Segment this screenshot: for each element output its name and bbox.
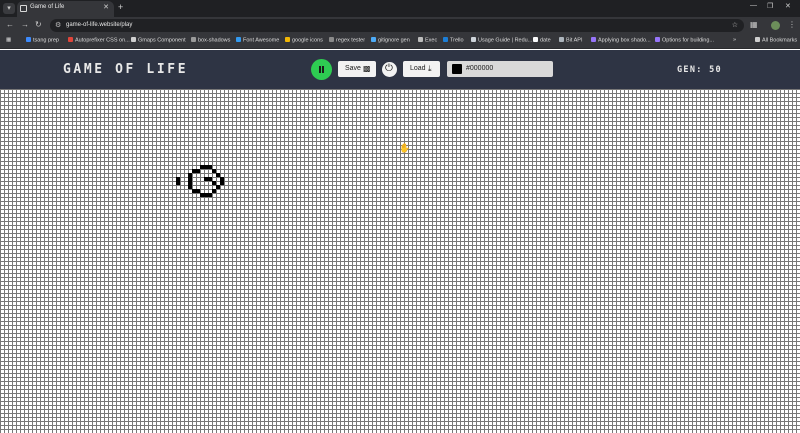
live-cell[interactable] bbox=[220, 181, 224, 185]
bookmark-item[interactable]: date bbox=[533, 37, 551, 44]
all-bookmarks-folder[interactable]: All Bookmarks bbox=[755, 37, 797, 44]
power-icon: ⏻ bbox=[385, 63, 393, 74]
bookmark-favicon-icon bbox=[371, 37, 376, 42]
app-title: GAME OF LIFE bbox=[63, 62, 189, 77]
browser-tab[interactable]: Game of Life ✕ bbox=[17, 1, 114, 17]
bookmark-favicon-icon bbox=[131, 37, 136, 42]
bookmark-item[interactable]: regex tester bbox=[329, 37, 365, 44]
url-text: game-of-life.website/play bbox=[66, 22, 133, 28]
reset-button[interactable]: ⏻ bbox=[382, 62, 397, 77]
bookmark-favicon-icon bbox=[471, 37, 476, 42]
bookmark-favicon-icon bbox=[191, 37, 196, 42]
live-cell[interactable] bbox=[208, 193, 212, 197]
menu-kebab-icon[interactable]: ⋮ bbox=[788, 20, 796, 29]
folder-icon bbox=[755, 37, 760, 42]
live-cell[interactable] bbox=[176, 181, 180, 185]
hand-cursor-icon: ✋ bbox=[399, 143, 411, 153]
bookmark-item[interactable]: Applying box shado... bbox=[591, 37, 651, 44]
bookmark-favicon-icon bbox=[418, 37, 423, 42]
save-label: Save bbox=[345, 65, 361, 72]
tab-title: Game of Life bbox=[30, 4, 65, 10]
floppy-icon: ▩ bbox=[363, 64, 371, 73]
bookmark-item[interactable]: Gmaps Component bbox=[131, 37, 186, 44]
bookmark-item[interactable]: Options for building... bbox=[655, 37, 714, 44]
load-button[interactable]: Load ⤓ bbox=[403, 61, 440, 77]
bookmark-item[interactable]: tsang prep bbox=[26, 37, 59, 44]
bookmark-favicon-icon bbox=[236, 37, 241, 42]
bookmark-favicon-icon bbox=[443, 37, 448, 42]
bookmark-favicon-icon bbox=[68, 37, 73, 42]
new-tab-icon[interactable]: + bbox=[118, 2, 123, 12]
bookmark-item[interactable]: Trello bbox=[443, 37, 464, 44]
live-cell[interactable] bbox=[212, 189, 216, 193]
back-icon[interactable]: ← bbox=[6, 20, 14, 29]
minimize-icon[interactable]: — bbox=[750, 2, 757, 9]
extensions-icon[interactable]: ▦ bbox=[750, 20, 758, 29]
bookmarks-overflow-icon[interactable]: » bbox=[733, 37, 736, 43]
pause-button[interactable] bbox=[311, 59, 332, 80]
profile-avatar[interactable] bbox=[771, 21, 780, 30]
bookmark-favicon-icon bbox=[533, 37, 538, 42]
bookmark-item[interactable]: Usage Guide | Redu... bbox=[471, 37, 532, 44]
restore-icon[interactable]: ❐ bbox=[767, 2, 773, 10]
bookmark-favicon-icon bbox=[26, 37, 31, 42]
apps-grid-icon[interactable]: ▦ bbox=[6, 37, 11, 43]
bookmark-item[interactable]: google icons bbox=[285, 37, 323, 44]
color-hex-input[interactable]: #000000 bbox=[466, 65, 493, 72]
game-grid[interactable] bbox=[0, 89, 800, 433]
color-swatch[interactable] bbox=[452, 64, 462, 74]
forward-icon[interactable]: → bbox=[21, 20, 29, 29]
browser-tab-strip: ▾ Game of Life ✕ + — ❐ ✕ bbox=[0, 0, 800, 17]
bookmark-item[interactable]: Bit API bbox=[559, 37, 583, 44]
bookmark-favicon-icon bbox=[285, 37, 290, 42]
tab-search-icon[interactable]: ▾ bbox=[3, 3, 15, 14]
reload-icon[interactable]: ↻ bbox=[35, 20, 42, 29]
bookmark-favicon-icon bbox=[591, 37, 596, 42]
generation-counter: GEN: 50 bbox=[677, 65, 722, 75]
bookmark-item[interactable]: Exec bbox=[418, 37, 437, 44]
bookmark-item[interactable]: gitignore gen bbox=[371, 37, 410, 44]
bookmark-favicon-icon bbox=[559, 37, 564, 42]
bookmarks-bar: ▦ tsang prep Autoprefixer CSS on... Gmap… bbox=[0, 34, 800, 49]
window-close-icon[interactable]: ✕ bbox=[785, 2, 791, 10]
pause-icon-bar bbox=[322, 66, 324, 73]
address-bar[interactable]: ⚙ game-of-life.website/play ☆ bbox=[50, 19, 744, 32]
browser-toolbar: ← → ↻ ⚙ game-of-life.website/play ☆ ▦ ⋮ bbox=[0, 17, 800, 34]
app-header: GAME OF LIFE GEN: 50 bbox=[0, 50, 800, 89]
bookmark-favicon-icon bbox=[329, 37, 334, 42]
tab-close-icon[interactable]: ✕ bbox=[103, 3, 109, 11]
bookmark-star-icon[interactable]: ☆ bbox=[732, 21, 738, 29]
live-cell[interactable] bbox=[216, 185, 220, 189]
pause-icon bbox=[319, 66, 321, 73]
bookmark-favicon-icon bbox=[655, 37, 660, 42]
load-label: Load bbox=[410, 65, 426, 72]
live-cell[interactable] bbox=[196, 169, 200, 173]
site-info-icon[interactable]: ⚙ bbox=[55, 21, 61, 29]
save-button[interactable]: Save ▩ bbox=[338, 61, 376, 77]
bookmark-item[interactable]: Font Awesome bbox=[236, 37, 279, 44]
download-icon: ⤓ bbox=[428, 64, 432, 73]
bookmark-item[interactable]: Autoprefixer CSS on... bbox=[68, 37, 130, 44]
color-picker[interactable]: #000000 bbox=[447, 61, 553, 77]
favicon-icon bbox=[20, 5, 27, 12]
bookmark-item[interactable]: box-shadows bbox=[191, 37, 230, 44]
